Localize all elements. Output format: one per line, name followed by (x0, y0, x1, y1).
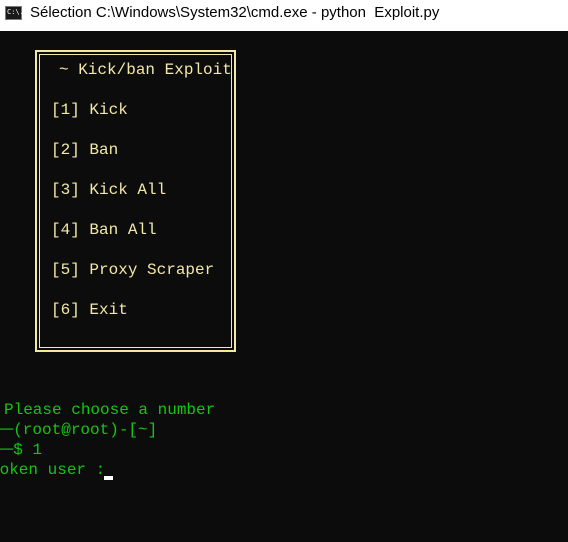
menu-item-proxy-scraper: [5] Proxy Scraper (51, 261, 215, 279)
menu-item-kick-all: [3] Kick All (51, 181, 167, 199)
shell-prompt-line: ┌─(root@root)-[~] (0, 421, 158, 439)
menu-item-ban-all: [4] Ban All (51, 221, 157, 239)
title-bar[interactable]: C:\. Sélection C:\Windows\System32\cmd.e… (0, 0, 568, 31)
shell-input-line: └─$ 1 (0, 441, 43, 459)
window-title: Sélection C:\Windows\System32\cmd.exe - … (30, 4, 440, 21)
cmd-icon[interactable]: C:\. (5, 6, 24, 20)
menu-item-ban: [2] Ban (51, 141, 119, 159)
menu-item-exit: [6] Exit (51, 301, 128, 319)
token-input-label: token user : (0, 461, 106, 479)
text-cursor[interactable] (104, 476, 113, 480)
prompt-message: Please choose a number (4, 401, 216, 419)
menu-title: ~ Kick/ban Exploit (59, 61, 232, 79)
menu-item-kick: [1] Kick (51, 101, 128, 119)
